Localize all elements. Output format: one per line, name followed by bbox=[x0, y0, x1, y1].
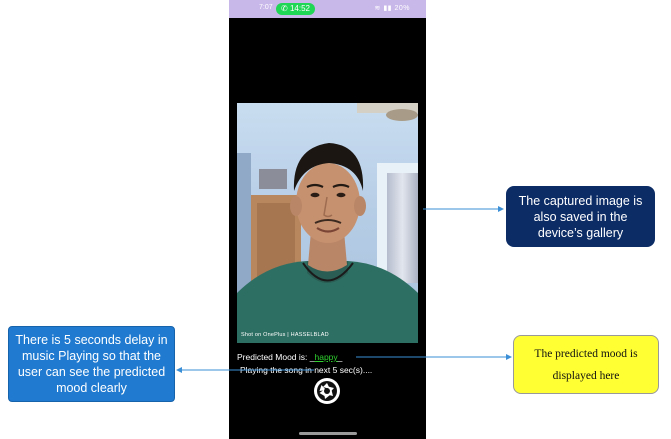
delay-explanation-callout: There is 5 seconds delay in music Playin… bbox=[8, 326, 175, 402]
mood-display-callout: The predicted mood is displayed here bbox=[513, 335, 659, 394]
gallery-save-callout: The captured image is also saved in the … bbox=[506, 186, 655, 247]
